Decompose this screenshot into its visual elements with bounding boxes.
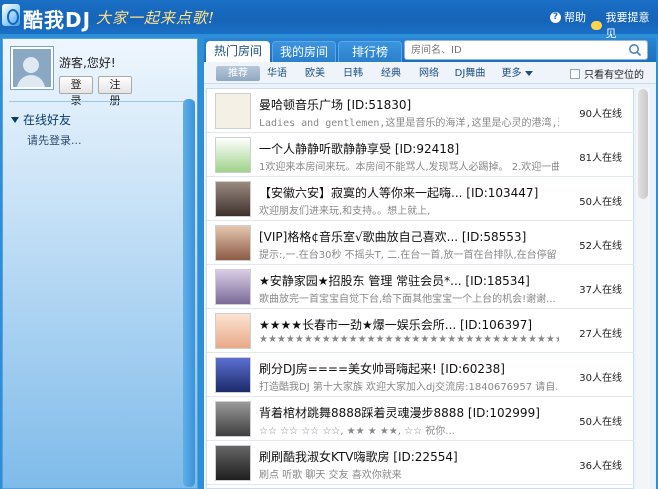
online-friends-title: 在线好友 [23, 113, 72, 127]
room-row[interactable]: 刷分DJ房====美女帅哥嗨起来! [ID:60238] 打造酷我DJ 第十大家… [207, 353, 634, 397]
room-title: ★安静家园★招股东 管理 常驻会员*... [ID:18534] [259, 274, 530, 288]
room-online-count: 50人在线 [579, 197, 622, 208]
login-prompt[interactable]: 请先登录... [27, 132, 82, 148]
room-description: ☆☆ ☆☆ ☆☆ ☆☆, ★★ ★ ★★, ☆☆ 祝你... [259, 426, 455, 437]
room-description: Ladies and gentlemen,这里是音乐的海洋,这里是心灵的港湾,这… [259, 118, 559, 129]
only-free-label: 只看有空位的 [584, 70, 644, 81]
filter-chinese[interactable]: 华语 [264, 66, 290, 81]
chevron-down-icon [524, 70, 533, 76]
tab-bar: 热门房间 我的房间 排行榜 [204, 38, 656, 62]
room-row[interactable]: ★安静家园★招股东 管理 常驻会员*... [ID:18534] 歌曲放完一首宝… [207, 265, 634, 309]
filter-jpkr[interactable]: 日韩 [340, 66, 366, 81]
room-row[interactable]: 【安徽六安】寂寞的人等你来一起嗨... [ID:103447] 欢迎朋友们进来玩… [207, 177, 634, 221]
genre-filter-bar: 推荐 华语 欧美 日韩 经典 网络 DJ舞曲 更多 只看有空位的 [204, 62, 656, 84]
filter-web[interactable]: 网络 [416, 66, 442, 81]
room-thumbnail [215, 93, 251, 129]
room-thumbnail [215, 137, 251, 173]
room-online-count: 50人在线 [579, 417, 622, 428]
room-row[interactable]: ★★★★长春市一劲★爆一娱乐会所... [ID:106397] ★★★★★★★★… [207, 309, 634, 353]
filter-more[interactable]: 更多 [500, 66, 534, 81]
room-description: 欢迎朋友们进来玩,和支持。。想上就上, [259, 206, 431, 217]
login-button[interactable]: 登录 [59, 76, 93, 107]
filter-classic[interactable]: 经典 [378, 66, 404, 81]
room-thumbnail [215, 225, 251, 261]
room-description: 提示:,一.在台30秒 不摇头T, 二.在台一首,放一首在台排队,在台停留 [259, 250, 557, 261]
room-row[interactable]: 一个人静静听歌静静享受 [ID:92418] 1欢迎来本房间来玩。本房间不能骂人… [207, 133, 634, 177]
only-free-checkbox[interactable] [570, 69, 580, 79]
app-slogan: 大家一起来点歌! [96, 9, 216, 27]
room-thumbnail [215, 313, 251, 349]
left-scrollbar[interactable] [183, 99, 195, 487]
room-thumbnail [215, 445, 251, 481]
room-row[interactable]: [VIP]格格¢音乐室√歌曲放自己喜欢... [ID:58553] 提示:,一.… [207, 221, 634, 265]
room-online-count: 36人在线 [579, 461, 622, 472]
feedback-label: 我要提意见 [605, 11, 650, 40]
online-friends-toggle[interactable]: 在线好友 [11, 111, 71, 128]
title-bar: 酷我DJ 大家一起来点歌! ? 帮助 我要提意见 [0, 0, 658, 40]
feedback-button[interactable]: 我要提意见 [591, 9, 658, 41]
avatar[interactable] [11, 47, 53, 89]
help-label: 帮助 [564, 11, 586, 24]
tab-my-rooms[interactable]: 我的房间 [272, 41, 336, 62]
filter-more-label: 更多 [501, 68, 522, 79]
room-thumbnail [215, 357, 251, 393]
room-row[interactable]: 背着棺材跳舞8888踩着灵魂漫步8888 [ID:102999] ☆☆ ☆☆ ☆… [207, 397, 634, 441]
room-thumbnail [215, 181, 251, 217]
room-description: 歌曲放完一首宝宝自觉下台,给下面其他宝宝一个上台的机会!谢谢... [259, 294, 556, 305]
filter-dj[interactable]: DJ舞曲 [452, 66, 488, 81]
room-search [404, 40, 648, 60]
room-online-count: 81人在线 [579, 153, 622, 164]
room-online-count: 27人在线 [579, 329, 622, 340]
app-title: 酷我DJ [23, 8, 92, 32]
register-button[interactable]: 注册 [98, 76, 132, 107]
room-online-count: 52人在线 [579, 241, 622, 252]
room-online-count: 37人在线 [579, 285, 622, 296]
room-title: 【安徽六安】寂寞的人等你来一起嗨... [ID:103447] [259, 186, 539, 200]
room-title: [VIP]格格¢音乐室√歌曲放自己喜欢... [ID:58553] [259, 230, 527, 244]
room-thumbnail [215, 401, 251, 437]
room-title: 曼哈顿音乐广场 [ID:51830] [259, 98, 412, 112]
room-title: 背着棺材跳舞8888踩着灵魂漫步8888 [ID:102999] [259, 406, 540, 420]
help-button[interactable]: ? 帮助 [550, 9, 586, 25]
triangle-down-icon [11, 116, 19, 123]
filter-recommended[interactable]: 推荐 [216, 66, 260, 81]
room-panel: 热门房间 我的房间 排行榜 推荐 华语 欧美 日韩 经典 网络 DJ舞曲 更多 … [204, 38, 656, 489]
room-title: 刷刷酷我淑女KTV嗨歌房 [ID:22554] [259, 450, 458, 464]
room-description: 打造酷我DJ 第十大家族 欢迎大家加入dj交流房:1840676957 请自..… [259, 382, 559, 393]
left-panel: 游客,您好! 登录 注册 在线好友 请先登录... [2, 38, 198, 489]
search-input[interactable] [411, 43, 621, 58]
tab-rankings[interactable]: 排行榜 [338, 41, 402, 62]
user-greeting: 游客,您好! [59, 56, 116, 70]
room-description: 刷点 听歌 聊天 交友 喜欢你就来 [259, 470, 402, 481]
app-logo-icon [2, 4, 20, 26]
feedback-icon [591, 20, 603, 30]
search-icon[interactable] [628, 43, 642, 57]
divider [9, 101, 195, 102]
help-icon: ? [550, 11, 561, 23]
room-title: ★★★★长春市一劲★爆一娱乐会所... [ID:106397] [259, 318, 533, 332]
room-description: 1欢迎来本房间来玩。本房间不能骂人,发现骂人必踢掉。 2.欢迎一曲... [259, 162, 559, 173]
filter-western[interactable]: 欧美 [302, 66, 328, 81]
room-online-count: 30人在线 [579, 373, 622, 384]
room-list: 曼哈顿音乐广场 [ID:51830] Ladies and gentlemen,… [206, 88, 634, 489]
room-row[interactable]: 刷刷酷我淑女KTV嗨歌房 [ID:22554] 刷点 听歌 聊天 交友 喜欢你就… [207, 441, 634, 485]
room-online-count: 90人在线 [579, 109, 622, 120]
tab-hot-rooms[interactable]: 热门房间 [206, 41, 270, 62]
room-title: 刷分DJ房====美女帅哥嗨起来! [ID:60238] [259, 362, 505, 376]
room-title: 一个人静静听歌静静享受 [ID:92418] [259, 142, 460, 156]
room-row[interactable]: 曼哈顿音乐广场 [ID:51830] Ladies and gentlemen,… [207, 89, 634, 133]
room-list-scrollbar-thumb[interactable] [638, 89, 648, 199]
room-description: ★★★★★★★★★★★★★★★★★★★★★★★★★★★★★★★★★★★★ [259, 334, 559, 345]
room-thumbnail [215, 269, 251, 305]
